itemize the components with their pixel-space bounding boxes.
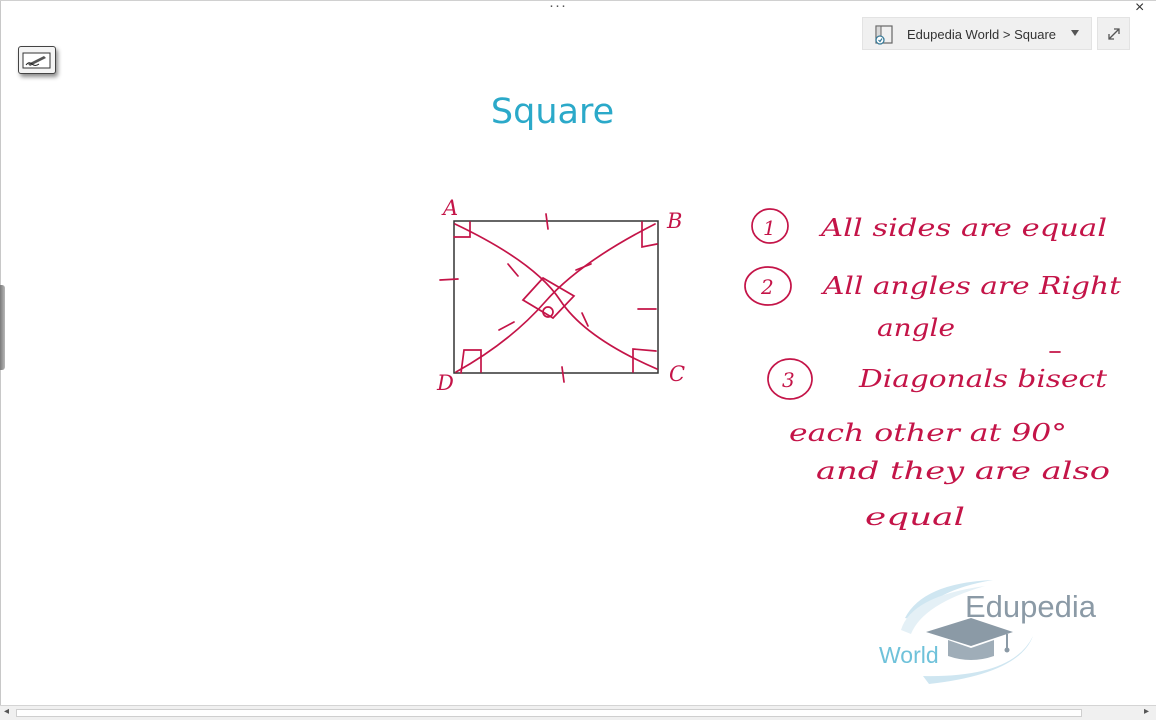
tick-bottom <box>561 366 565 383</box>
note-number-2: 2 <box>760 275 774 299</box>
tick-diag-2 <box>575 263 592 271</box>
note-2-line-2: angle <box>877 314 955 342</box>
note-1-line-1: All sides are equal <box>818 214 1107 242</box>
edupedia-world-logo: Edupedia World <box>879 578 1123 688</box>
tick-diag-4 <box>581 312 589 327</box>
vertex-label-a: A <box>441 196 458 220</box>
note-number-1: 1 <box>763 216 776 240</box>
right-angle-mark-d <box>460 349 482 374</box>
note-3-line-1: Diagonals bisect <box>858 365 1108 393</box>
tick-top <box>545 213 549 230</box>
square-outline <box>453 220 659 374</box>
note-3-line-2: each other at 90° <box>789 419 1067 447</box>
tick-left <box>439 278 459 281</box>
scroll-left-icon[interactable]: ◂ <box>4 706 9 717</box>
note-3-line-4: equal <box>865 503 965 531</box>
vertex-label-c: C <box>669 362 685 386</box>
note-number-3: 3 <box>782 368 795 392</box>
note-3-line-3: and they are also <box>816 457 1110 485</box>
right-angle-mark-b <box>641 221 658 249</box>
diagonal-ac <box>454 223 658 370</box>
vertex-label-d: D <box>436 371 454 395</box>
right-angle-mark-c <box>632 348 657 373</box>
vertex-label-b: B <box>666 209 682 233</box>
logo-brand: Edupedia <box>965 589 1097 624</box>
note-2-line-1: All angles are Right <box>821 272 1122 300</box>
scrollbar-thumb[interactable] <box>16 709 1082 717</box>
tick-diag-1 <box>507 263 519 277</box>
tick-diag-3 <box>498 321 515 331</box>
diagonal-bd <box>455 223 656 373</box>
horizontal-scrollbar[interactable]: ◂ ▸ <box>0 705 1156 720</box>
logo-sub: World <box>879 642 939 668</box>
scroll-right-icon[interactable]: ▸ <box>1144 706 1149 717</box>
